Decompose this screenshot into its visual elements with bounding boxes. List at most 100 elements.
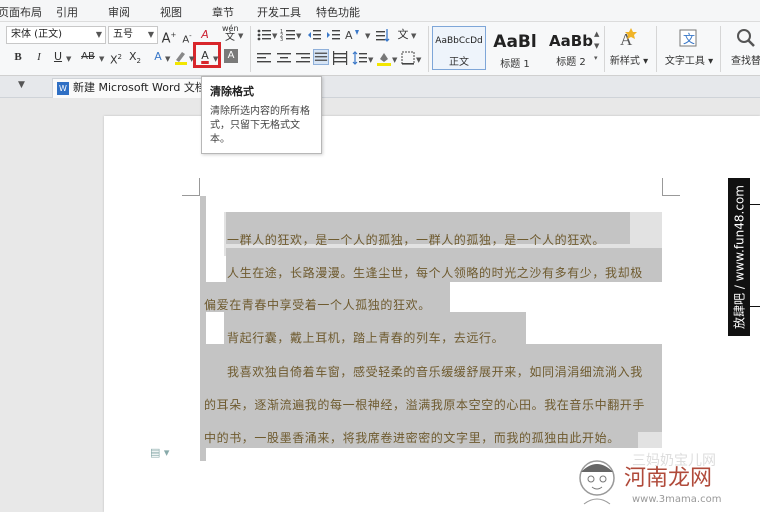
- site-watermark: 三妈奶宝儿网 河南龙网 www.3mama.com: [574, 452, 760, 512]
- chevron-down-icon[interactable]: ▼: [165, 55, 170, 63]
- style-sample: AaBbCcDd: [435, 36, 483, 46]
- subscript-button[interactable]: X2: [127, 49, 143, 65]
- decrease-indent-icon[interactable]: [306, 27, 322, 43]
- text-tools-button[interactable]: 文 文字工具 ▾: [662, 26, 716, 67]
- tooltip-description: 清除所选内容的所有格式，只留下无格式文本。: [210, 106, 310, 145]
- cartoon-mascot-icon: [579, 460, 615, 505]
- paragraph-line: 一群人的狂欢，是一个人的孤独，一群人的孤独，是一个人的狂欢。: [227, 233, 606, 247]
- paragraph-line: 中的书，一股墨香涌来，将我席卷进密密的文字里，而我的孤独由此开始。: [204, 431, 620, 445]
- style-label: 标题 2: [556, 57, 586, 68]
- sort-icon[interactable]: [374, 27, 390, 43]
- font-name-select[interactable]: 宋体 (正文) ▼: [6, 26, 106, 44]
- svg-text:文: 文: [683, 31, 695, 46]
- font-color-icon[interactable]: A: [197, 48, 213, 64]
- chevron-down-icon[interactable]: ▼: [416, 56, 421, 64]
- show-marks-icon[interactable]: 文: [395, 27, 411, 43]
- font-size-value: 五号: [113, 29, 133, 40]
- justify-icon[interactable]: [313, 49, 329, 65]
- bullet-list-icon[interactable]: [256, 27, 272, 43]
- style-normal[interactable]: AaBbCcDd 正文: [432, 26, 486, 70]
- chevron-down-icon[interactable]: ▼: [189, 55, 194, 63]
- tab-document[interactable]: W 新建 Microsoft Word 文档: [52, 78, 220, 98]
- char-shading-icon[interactable]: A: [224, 49, 238, 63]
- underline-button[interactable]: U: [50, 49, 66, 65]
- style-label: 正文: [449, 57, 469, 68]
- svg-text:A: A: [345, 29, 353, 42]
- borders-icon[interactable]: [400, 50, 416, 66]
- text-tools-icon: 文: [662, 26, 716, 50]
- menu-features[interactable]: 特色功能: [316, 4, 360, 20]
- text-effect-icon[interactable]: A: [150, 49, 166, 65]
- chevron-down-icon[interactable]: ▼: [99, 55, 104, 63]
- numbered-list-icon[interactable]: 123: [280, 27, 296, 43]
- clear-format-tooltip: 清除格式 清除所选内容的所有格式，只留下无格式文本。: [201, 76, 322, 154]
- clear-format-icon[interactable]: A: [197, 27, 213, 43]
- banner-rule: [750, 204, 760, 205]
- menu-section[interactable]: 章节: [212, 4, 234, 20]
- chevron-down-icon[interactable]: ▼: [18, 80, 25, 90]
- phonetic-guide-icon[interactable]: wén 文: [222, 24, 239, 43]
- word-doc-icon: W: [57, 82, 69, 95]
- line-spacing-icon[interactable]: [352, 50, 368, 66]
- font-name-value: 宋体 (正文): [11, 29, 62, 40]
- align-center-icon[interactable]: [276, 50, 292, 66]
- menu-page-layout[interactable]: 页面布局: [0, 4, 42, 20]
- tooltip-title: 清除格式: [210, 85, 254, 98]
- search-icon: [726, 26, 760, 50]
- chevron-down-icon[interactable]: ▼: [213, 55, 218, 63]
- new-style-label: 新样式 ▾: [609, 56, 649, 67]
- paragraph-line: 背起行囊，戴上耳机，踏上青春的列车，去远行。: [227, 331, 505, 345]
- font-size-select[interactable]: 五号 ▼: [108, 26, 158, 44]
- menu-references[interactable]: 引用: [56, 4, 78, 20]
- svg-text:3: 3: [280, 37, 283, 43]
- margin-corner-top-right: [662, 178, 680, 196]
- chevron-down-icon[interactable]: ▼: [66, 55, 71, 63]
- grow-font-icon[interactable]: A+: [161, 27, 177, 46]
- style-sample: AaBl: [493, 32, 537, 52]
- watermark-url: www.3mama.com: [632, 494, 722, 505]
- style-heading-1[interactable]: AaBl 标题 1: [488, 26, 542, 70]
- menu-developer[interactable]: 开发工具: [257, 4, 301, 20]
- align-left-icon[interactable]: [256, 50, 272, 66]
- highlight-pen-icon[interactable]: [173, 49, 189, 65]
- margin-corner-top-left: [182, 178, 200, 196]
- italic-button[interactable]: I: [31, 49, 47, 65]
- style-sample: AaBb: [549, 32, 593, 50]
- tab-title: 新建 Microsoft Word 文档: [73, 81, 206, 94]
- increase-indent-icon[interactable]: [325, 27, 341, 43]
- chevron-down-icon: ▼: [147, 30, 154, 39]
- chevron-down-icon[interactable]: ▼: [411, 32, 416, 40]
- find-replace-button[interactable]: 查找替: [726, 26, 760, 67]
- chevron-down-icon[interactable]: ▼: [365, 32, 370, 40]
- text-tools-label: 文字工具 ▾: [664, 56, 714, 67]
- find-replace-label: 查找替: [731, 56, 760, 67]
- ribbon-toolbar: 宋体 (正文) ▼ 五号 ▼ A+ A- A wén 文 ▼ B I U ▼ AB…: [0, 22, 760, 76]
- menu-review[interactable]: 审阅: [108, 4, 130, 20]
- new-style-button[interactable]: A 新样式 ▾: [608, 26, 650, 67]
- bold-button[interactable]: B: [10, 49, 26, 65]
- menu-view[interactable]: 视图: [160, 4, 182, 20]
- document-tab-bar: ▼ W 新建 Microsoft Word 文档: [0, 76, 760, 98]
- shading-icon[interactable]: [376, 50, 392, 66]
- banner-rule: [750, 306, 760, 307]
- menu-bar: 页面布局 引用 审阅 视图 章节 开发工具 特色功能: [0, 0, 760, 22]
- text-direction-icon[interactable]: A: [345, 27, 365, 43]
- selection-highlight: [638, 432, 662, 448]
- paragraph-line: 偏爱在青春中享受着一个人孤独的狂欢。: [204, 298, 431, 312]
- chevron-down-icon[interactable]: ▼: [238, 32, 243, 40]
- paragraph-line: 我喜欢独自倚着车窗，感受轻柔的音乐缓缓舒展开来，如同涓涓细流淌入我: [227, 365, 643, 379]
- paste-options-icon[interactable]: ▤ ▾: [150, 446, 169, 459]
- paragraph-line: 人生在途，长路漫漫。生逢尘世，每个人领略的时光之沙有多有少，我却极: [227, 266, 643, 280]
- clear-format-letter: A: [201, 28, 209, 41]
- chevron-down-icon[interactable]: ▼: [392, 56, 397, 64]
- superscript-button[interactable]: X2: [108, 49, 124, 67]
- chevron-down-icon[interactable]: ▼: [272, 32, 277, 40]
- chevron-down-icon[interactable]: ▼: [368, 56, 373, 64]
- side-watermark-banner: 放肆吧 / www.fun48.com: [728, 178, 750, 336]
- style-heading-2[interactable]: AaBb 标题 2: [544, 26, 598, 70]
- gallery-scroll-arrows[interactable]: ▲ ▼ ▾: [594, 28, 599, 64]
- distribute-icon[interactable]: [332, 50, 348, 66]
- chevron-down-icon[interactable]: ▼: [296, 32, 301, 40]
- align-right-icon[interactable]: [295, 50, 311, 66]
- strikethrough-button[interactable]: AB: [78, 49, 98, 65]
